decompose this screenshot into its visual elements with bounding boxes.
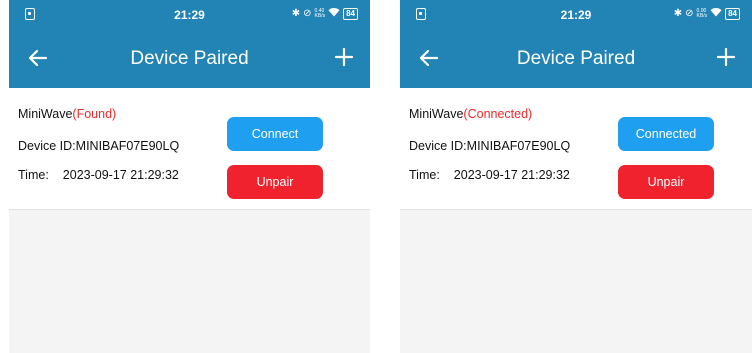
device-time-value: 2023-09-17 21:29:32	[62, 168, 179, 182]
device-name-row: MiniWave(Connected)	[409, 107, 532, 121]
battery-icon: 84	[343, 8, 358, 20]
device-card: MiniWave(Found) Device ID:MINIBAF07E90LQ…	[9, 88, 370, 210]
plus-icon	[334, 47, 354, 67]
device-time-row: Time: 2023-09-17 21:29:32	[409, 168, 570, 182]
device-time-label: Time:	[18, 168, 49, 182]
device-time-label: Time:	[409, 168, 440, 182]
device-name: MiniWave	[18, 107, 73, 121]
wifi-icon	[710, 7, 722, 21]
phone-screen-connected: 21:29 ✱ ⊘ 0.00 KB/s 84 Device Paired Mini…	[400, 0, 752, 353]
status-bar: 21:29 ✱ ⊘ 0.00 KB/s 84	[400, 0, 752, 30]
device-status: (Connected)	[463, 107, 533, 121]
device-id-value: MINIBAF07E90LQ	[75, 139, 180, 153]
arrow-left-icon	[419, 49, 439, 67]
bluetooth-icon: ✱	[291, 8, 301, 19]
device-id-label: Device ID:	[18, 139, 76, 153]
bluetooth-icon: ✱	[673, 8, 683, 19]
back-button[interactable]	[26, 46, 50, 70]
network-speed: 0.00 KB/s	[696, 8, 708, 19]
device-time-value: 2023-09-17 21:29:32	[453, 168, 570, 182]
status-bar: 21:29 ✱ ⊘ 0.40 KB/s 84	[9, 0, 370, 30]
page-title: Device Paired	[130, 48, 249, 69]
add-device-button[interactable]	[714, 45, 738, 69]
battery-icon: 84	[725, 8, 740, 20]
device-status: (Found)	[72, 107, 117, 121]
mute-icon: ⊘	[303, 8, 312, 19]
add-device-button[interactable]	[332, 45, 356, 69]
unpair-button[interactable]: Unpair	[618, 165, 714, 199]
device-time-row: Time: 2023-09-17 21:29:32	[18, 168, 179, 182]
device-id-value: MINIBAF07E90LQ	[466, 139, 571, 153]
back-button[interactable]	[417, 46, 441, 70]
phone-screen-found: 21:29 ✱ ⊘ 0.40 KB/s 84 Device Paired Mini…	[9, 0, 370, 353]
page-title: Device Paired	[516, 48, 636, 69]
status-icons: ✱ ⊘ 0.40 KB/s 84	[292, 7, 358, 21]
app-bar: 21:29 ✱ ⊘ 0.00 KB/s 84 Device Paired	[400, 0, 752, 88]
device-id-row: Device ID:MINIBAF07E90LQ	[18, 139, 179, 153]
device-id-row: Device ID:MINIBAF07E90LQ	[409, 139, 570, 153]
status-icons: ✱ ⊘ 0.00 KB/s 84	[674, 7, 740, 21]
arrow-left-icon	[28, 49, 48, 67]
mute-icon: ⊘	[685, 8, 694, 19]
wifi-icon	[328, 7, 340, 21]
unpair-button[interactable]: Unpair	[227, 165, 323, 199]
device-id-label: Device ID:	[409, 139, 467, 153]
device-name-row: MiniWave(Found)	[18, 107, 116, 121]
device-card: MiniWave(Connected) Device ID:MINIBAF07E…	[400, 88, 752, 210]
title-bar: Device Paired	[400, 42, 752, 78]
device-name: MiniWave	[409, 107, 464, 121]
connected-button[interactable]: Connected	[618, 117, 714, 151]
connect-button[interactable]: Connect	[227, 117, 323, 151]
app-bar: 21:29 ✱ ⊘ 0.40 KB/s 84 Device Paired	[9, 0, 370, 88]
network-speed: 0.40 KB/s	[314, 8, 326, 19]
plus-icon	[716, 47, 736, 67]
title-bar: Device Paired	[9, 42, 370, 78]
